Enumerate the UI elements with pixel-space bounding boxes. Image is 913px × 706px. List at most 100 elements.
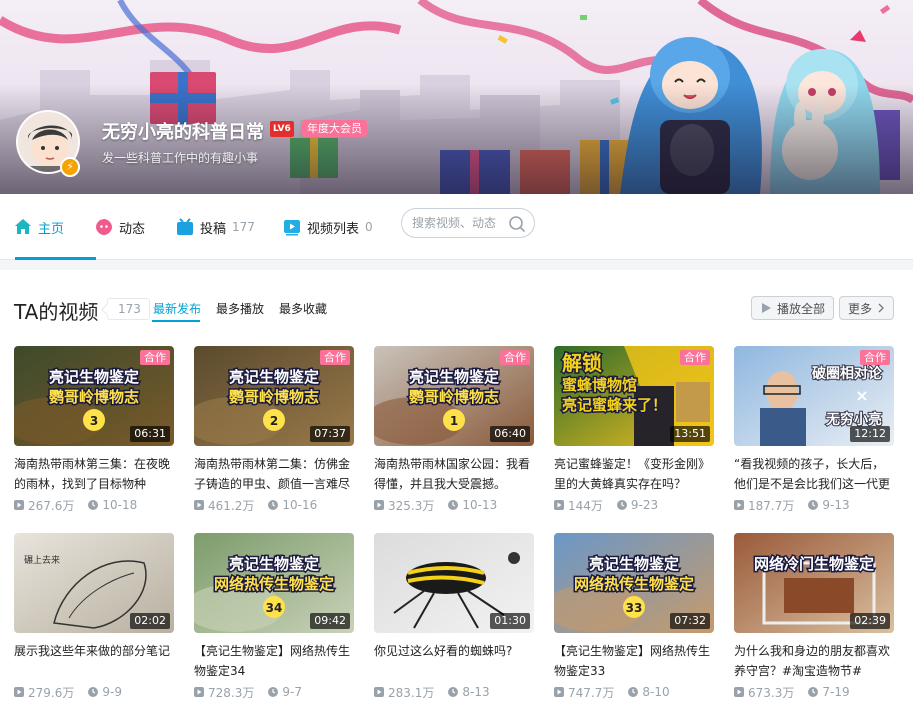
lightning-icon: ⚡: [60, 157, 80, 177]
play-count-icon: [734, 687, 744, 697]
tab-upload-label: 投稿: [200, 221, 227, 237]
upload-date: 10-16: [282, 498, 318, 512]
video-title[interactable]: 【亮记生物鉴定】网络热传生物鉴定33: [554, 641, 714, 681]
thumb-text: 蜜蜂博物馆: [562, 376, 637, 394]
coop-badge: 合作: [140, 350, 170, 365]
play-all-button[interactable]: 播放全部: [751, 296, 835, 320]
thumb-text: 亮记生物鉴定: [409, 368, 499, 386]
playlist-icon: [284, 220, 300, 236]
play-count-icon: [554, 687, 564, 697]
thumb-text: 鹦哥岭博物志: [228, 388, 319, 406]
active-tab-indicator: [15, 257, 96, 260]
level-badge: LV6: [270, 121, 294, 137]
video-thumbnail[interactable]: 亮记生物鉴定 网络热传生物鉴定 34 09:42: [194, 533, 354, 633]
episode-number: 33: [626, 601, 643, 615]
thumb-text: ×: [855, 386, 868, 405]
coop-badge: 合作: [320, 350, 350, 365]
video-duration: 13:51: [670, 426, 710, 442]
video-thumbnail[interactable]: 01:30: [374, 533, 534, 633]
sort-most-favorited[interactable]: 最多收藏: [279, 300, 327, 317]
thumb-text: 亮记生物鉴定: [49, 368, 139, 386]
video-meta: 747.7万 8-10: [554, 684, 714, 700]
video-title[interactable]: 海南热带雨林国家公园：我看得懂，并且我大受震撼。: [374, 454, 534, 494]
play-count-icon: [14, 500, 24, 510]
video-card[interactable]: 亮记生物鉴定 鹦哥岭博物志 2 合作 07:37 海南热带雨林第二集：仿佛金子铸造的甲虫、…: [194, 346, 354, 513]
tab-playlist[interactable]: 视频列表 0: [283, 216, 373, 238]
video-thumbnail[interactable]: 亮记生物鉴定 鹦哥岭博物志 3 合作 06:31: [14, 346, 174, 446]
video-title[interactable]: 为什么我和身边的朋友都喜欢养守宫？#淘宝造物节#: [734, 641, 894, 681]
profile-nav: 主页 动态 投稿 177 视频列表 0: [0, 194, 913, 260]
video-card[interactable]: 01:30 你见过这么好看的蜘蛛吗? 283.1万 8-13: [374, 533, 534, 700]
video-card[interactable]: 破圈相对论 × 无穷小亮 合作 12:12 “看我视频的孩子，长大后，他们是不是会比我们这…: [734, 346, 894, 513]
video-count: 173: [107, 298, 150, 320]
play-count-icon: [374, 500, 384, 510]
tab-home-label: 主页: [38, 221, 65, 237]
thumb-text: 网络热传生物鉴定: [214, 575, 334, 593]
view-count: 325.3万: [388, 498, 435, 513]
home-icon: [15, 219, 31, 234]
video-card[interactable]: 亮记生物鉴定 鹦哥岭博物志 3 合作 06:31 海南热带雨林第三集：在夜晚的雨林，找到了…: [14, 346, 174, 513]
view-count: 283.1万: [388, 685, 435, 700]
tab-upload[interactable]: 投稿 177: [176, 216, 255, 238]
video-card[interactable]: 碾上去来 02:02 展示我这些年来做的部分笔记 279.6万 9-9: [14, 533, 174, 700]
video-thumbnail[interactable]: 网络冷门生物鉴定 02:39: [734, 533, 894, 633]
video-card[interactable]: 亮记生物鉴定 网络热传生物鉴定 34 09:42 【亮记生物鉴定】网络热传生物鉴定34 7…: [194, 533, 354, 700]
video-duration: 01:30: [490, 613, 530, 629]
video-meta: 461.2万 10-16: [194, 497, 354, 513]
video-duration: 12:12: [850, 426, 890, 442]
play-all-label: 播放全部: [777, 301, 826, 316]
play-count-icon: [734, 500, 744, 510]
video-title[interactable]: 【亮记生物鉴定】网络热传生物鉴定34: [194, 641, 354, 681]
video-title[interactable]: 海南热带雨林第二集：仿佛金子铸造的甲虫、颜值一言难尽: [194, 454, 354, 494]
play-count-icon: [554, 500, 564, 510]
video-card[interactable]: 网络冷门生物鉴定 02:39 为什么我和身边的朋友都喜欢养守宫？#淘宝造物节# 673…: [734, 533, 894, 700]
episode-number: 2: [270, 414, 278, 428]
video-title[interactable]: 亮记蜜蜂鉴定！《变形金刚》里的大黄蜂真实存在吗？: [554, 454, 714, 494]
profile-banner: ⚡ 无穷小亮的科普日常 LV6 年度大会员 发一些科普工作中的有趣小事: [0, 0, 913, 194]
video-title[interactable]: 展示我这些年来做的部分笔记: [14, 641, 174, 681]
search-input[interactable]: [412, 216, 508, 230]
video-thumbnail[interactable]: 碾上去来 02:02: [14, 533, 174, 633]
video-thumbnail[interactable]: 破圈相对论 × 无穷小亮 合作 12:12: [734, 346, 894, 446]
svg-text:碾上去来: 碾上去来: [24, 554, 60, 566]
video-thumbnail[interactable]: 亮记生物鉴定 网络热传生物鉴定 33 07:32: [554, 533, 714, 633]
tab-playlist-label: 视频列表: [307, 221, 360, 237]
sort-most-played[interactable]: 最多播放: [216, 300, 264, 317]
upload-date: 7-19: [822, 685, 850, 699]
coop-badge: 合作: [500, 350, 530, 365]
video-duration: 06:40: [490, 426, 530, 442]
view-count: 144万: [568, 498, 603, 513]
upload-date: 9-9: [102, 685, 122, 699]
video-thumbnail[interactable]: 亮记生物鉴定 鹦哥岭博物志 1 合作 06:40: [374, 346, 534, 446]
coop-badge: 合作: [680, 350, 710, 365]
video-meta: 279.6万 9-9: [14, 684, 174, 700]
tab-dynamic[interactable]: 动态: [95, 216, 145, 238]
videos-section-header: TA的视频 173 最新发布 最多播放 最多收藏 播放全部 更多: [0, 270, 913, 340]
search-box: [401, 208, 535, 238]
section-title: TA的视频: [14, 300, 99, 324]
view-count: 279.6万: [28, 685, 75, 700]
video-card[interactable]: 亮记生物鉴定 网络热传生物鉴定 33 07:32 【亮记生物鉴定】网络热传生物鉴定33 7…: [554, 533, 714, 700]
thumb-text: 网络冷门生物鉴定: [754, 555, 874, 573]
more-label: 更多: [848, 301, 873, 316]
sort-latest[interactable]: 最新发布: [153, 300, 201, 317]
video-card[interactable]: 亮记生物鉴定 鹦哥岭博物志 1 合作 06:40 海南热带雨林国家公园：我看得懂，并且我大…: [374, 346, 534, 513]
clock-icon: [88, 500, 99, 510]
tab-home[interactable]: 主页: [14, 216, 64, 238]
video-title[interactable]: 你见过这么好看的蜘蛛吗?: [374, 641, 534, 681]
video-duration: 02:39: [850, 613, 890, 629]
vip-badge[interactable]: 年度大会员: [302, 120, 367, 137]
video-thumbnail[interactable]: 解锁 蜜蜂博物馆 亮记蜜蜂来了！ 合作 13:51: [554, 346, 714, 446]
thumb-text: 亮记蜜蜂来了！: [562, 396, 667, 414]
video-title[interactable]: 海南热带雨林第三集：在夜晚的雨林，找到了目标物种: [14, 454, 174, 494]
search-icon[interactable]: [508, 215, 526, 233]
more-button[interactable]: 更多: [839, 296, 895, 320]
play-icon: [762, 303, 771, 313]
video-card[interactable]: 解锁 蜜蜂博物馆 亮记蜜蜂来了！ 合作 13:51 亮记蜜蜂鉴定！《变形金刚》里的大黄蜂真…: [554, 346, 714, 513]
play-count-icon: [374, 687, 384, 697]
video-title[interactable]: “看我视频的孩子，长大后，他们是不是会比我们这一代更: [734, 454, 894, 494]
thumb-text: 鹦哥岭博物志: [48, 388, 139, 406]
play-count-icon: [194, 500, 204, 510]
upload-date: 8-10: [642, 685, 670, 699]
video-thumbnail[interactable]: 亮记生物鉴定 鹦哥岭博物志 2 合作 07:37: [194, 346, 354, 446]
